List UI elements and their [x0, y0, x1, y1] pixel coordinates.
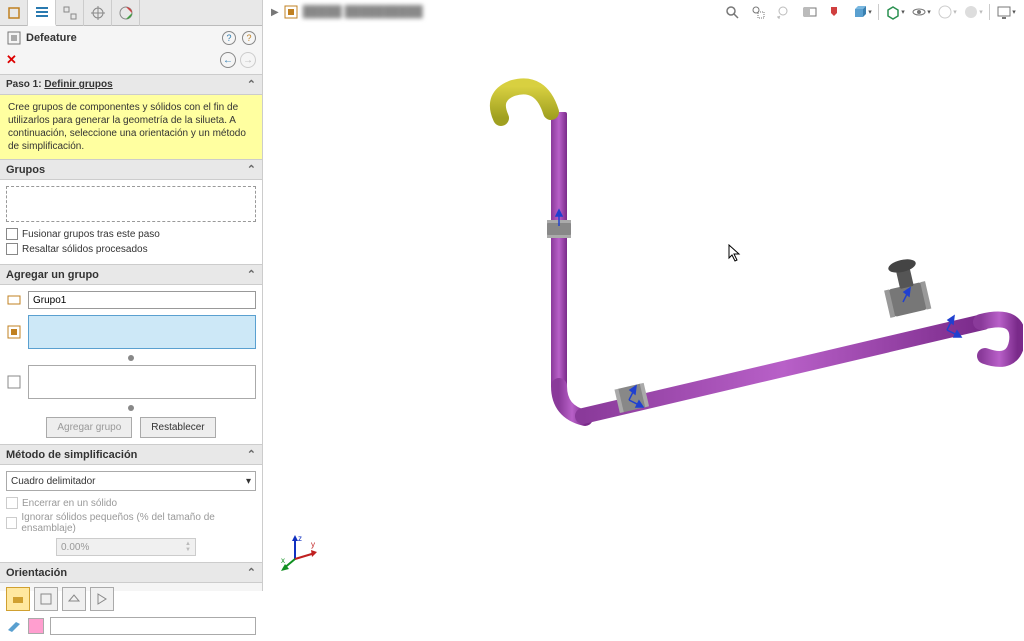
selection-listbox[interactable] — [28, 315, 256, 349]
zoom-area-icon[interactable] — [748, 2, 768, 22]
tutorial-icon[interactable]: ? — [222, 31, 236, 45]
graphics-viewport[interactable]: ▶ █████ ██████████ ▾ ▾ ▾ ▾ ▾ ▾ — [263, 0, 1024, 591]
section-grupos-label: Grupos — [6, 164, 45, 176]
heads-up-toolbar: ▾ ▾ ▾ ▾ ▾ ▾ — [722, 2, 1016, 22]
section-method-label: Método de simplificación — [6, 449, 137, 461]
group-name-icon — [6, 292, 22, 308]
tab-dimxpert[interactable] — [84, 0, 112, 26]
close-button[interactable]: ✕ — [6, 52, 17, 68]
resize-handle-icon[interactable] — [128, 355, 134, 361]
panel-actions: ✕ ← → — [0, 50, 262, 74]
resize-handle-icon[interactable] — [128, 405, 134, 411]
panel-tabs — [0, 0, 262, 26]
config-icon — [62, 5, 78, 21]
breadcrumb-arrow-icon: ▶ — [271, 7, 279, 18]
section-grupos-header[interactable]: Grupos ⌃ — [0, 159, 262, 180]
exclude-icon — [6, 374, 22, 390]
display-style-icon[interactable]: ▾ — [885, 2, 905, 22]
step-number: Paso 1: — [6, 79, 42, 90]
tab-feature-manager[interactable] — [0, 0, 28, 26]
selection-icon — [6, 324, 22, 340]
svg-text:z: z — [298, 534, 302, 543]
tab-config-manager[interactable] — [56, 0, 84, 26]
reset-button[interactable]: Restablecer — [140, 417, 215, 438]
panel-header: Defeature ? ? — [0, 26, 262, 50]
step-name: Definir grupos — [44, 79, 112, 90]
property-panel: Defeature ? ? ✕ ← → Paso 1: Definir grup… — [0, 0, 263, 591]
orientation-buttons — [0, 583, 262, 615]
step-tip: Cree grupos de componentes y sólidos con… — [0, 95, 262, 159]
view-settings-icon[interactable]: ▾ — [996, 2, 1016, 22]
breadcrumb[interactable]: ▶ █████ ██████████ — [271, 4, 423, 20]
svg-text:y: y — [311, 540, 315, 549]
assembly-icon — [283, 4, 299, 20]
chevron-icon[interactable]: ⌃ — [247, 566, 256, 579]
chevron-icon[interactable]: ⌃ — [247, 448, 256, 461]
prev-step-button[interactable]: ← — [220, 52, 236, 68]
add-group-button[interactable]: Agregar grupo — [46, 417, 132, 438]
cube-icon — [6, 5, 22, 21]
target-icon — [90, 5, 106, 21]
merge-groups-checkbox[interactable]: Fusionar grupos tras este paso — [6, 228, 256, 240]
next-step-button[interactable]: → — [240, 52, 256, 68]
step-header: Paso 1: Definir grupos ⌃ — [0, 74, 262, 95]
enclose-checkbox: Encerrar en un sólido — [6, 497, 256, 509]
section-agregar-label: Agregar un grupo — [6, 269, 99, 281]
simplification-method-select[interactable]: Cuadro delimitador ▾ — [6, 471, 256, 491]
view-orientation-icon[interactable]: ▾ — [852, 2, 872, 22]
chevron-icon[interactable]: ⌃ — [247, 268, 256, 281]
tab-display-manager[interactable] — [112, 0, 140, 26]
panel-title: Defeature — [26, 32, 77, 44]
section-orient-header[interactable]: Orientación ⌃ — [0, 562, 262, 583]
tab-property-manager[interactable] — [28, 0, 56, 26]
highlight-solids-checkbox[interactable]: Resaltar sólidos procesados — [6, 243, 256, 255]
prev-view-icon[interactable] — [774, 2, 794, 22]
appearance-icon — [118, 5, 134, 21]
section-method-header[interactable]: Método de simplificación ⌃ — [0, 444, 262, 465]
plane-icon — [6, 618, 22, 634]
svg-text:x: x — [281, 556, 285, 565]
apply-scene-icon[interactable]: ▾ — [963, 2, 983, 22]
help-icon[interactable]: ? — [242, 31, 256, 45]
exclude-listbox[interactable] — [28, 365, 256, 399]
defeature-icon — [6, 30, 22, 46]
zoom-fit-icon[interactable] — [722, 2, 742, 22]
list-icon — [34, 4, 50, 20]
color-value-field[interactable] — [50, 617, 256, 635]
dynamic-annotation-icon[interactable] — [826, 2, 846, 22]
ignore-percent-input: 0.00% ▲▼ — [56, 538, 196, 556]
section-view-icon[interactable] — [800, 2, 820, 22]
hide-show-icon[interactable]: ▾ — [911, 2, 931, 22]
section-orient-label: Orientación — [6, 567, 67, 579]
group-color-swatch[interactable] — [28, 618, 44, 634]
model-rendering — [283, 40, 1023, 580]
dropdown-icon: ▾ — [246, 476, 251, 487]
edit-appearance-icon[interactable]: ▾ — [937, 2, 957, 22]
orientation-triad[interactable]: z y x — [281, 533, 321, 573]
groups-listbox[interactable] — [6, 186, 256, 222]
ignore-small-checkbox: Ignorar sólidos pequeños (% del tamaño d… — [6, 512, 256, 534]
group-name-input[interactable] — [28, 291, 256, 309]
breadcrumb-title: █████ ██████████ — [303, 6, 423, 18]
chevron-icon[interactable]: ⌃ — [247, 163, 256, 176]
section-agregar-header[interactable]: Agregar un grupo ⌃ — [0, 264, 262, 285]
chevron-icon[interactable]: ⌃ — [247, 78, 256, 91]
